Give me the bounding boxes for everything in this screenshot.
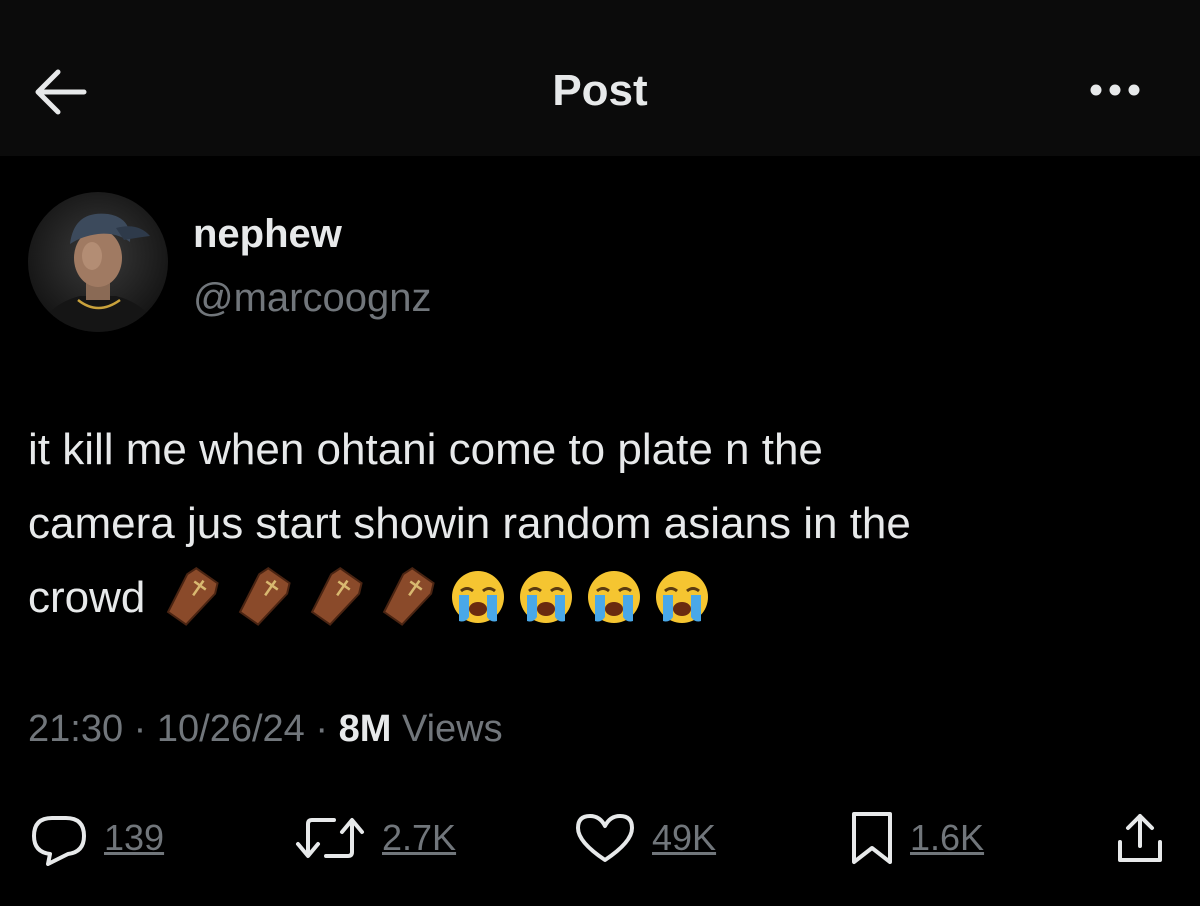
author-handle[interactable]: @marcoognz [193, 276, 431, 321]
bookmark-count[interactable]: 1.6K [910, 817, 984, 859]
post-date: 10/26/24 [156, 708, 305, 750]
more-options-button[interactable] [1080, 70, 1150, 110]
tweet-text-line: camera jus start showin random asians in… [28, 499, 911, 548]
post-meta: 21:30 · 10/26/24 · 8M Views [28, 708, 503, 751]
reply-count[interactable]: 139 [104, 817, 164, 859]
share-button[interactable] [1112, 810, 1168, 866]
crying-face-emoji-icon [588, 570, 641, 623]
views-label[interactable]: Views [402, 708, 503, 750]
meta-separator: · [133, 708, 147, 750]
coffin-emoji-icon [167, 566, 220, 626]
views-count[interactable]: 8M [339, 708, 392, 750]
tweet-text-segment: crowd [28, 573, 146, 622]
coffin-emoji-icon [383, 566, 436, 626]
post-time: 21:30 [28, 708, 124, 750]
arrow-left-icon [28, 64, 92, 120]
coffin-emoji-icon [311, 566, 364, 626]
coffin-emoji-icon [239, 566, 292, 626]
reply-icon [28, 810, 90, 866]
bookmark-icon [848, 810, 896, 866]
back-button[interactable] [28, 64, 92, 120]
crying-face-emoji-icon [520, 570, 573, 623]
tweet-text: it kill me when ohtani come to plate n t… [28, 413, 1148, 637]
like-count[interactable]: 49K [652, 817, 716, 859]
tweet-text-line: crowd [28, 561, 1148, 637]
tweet-text-line: it kill me when ohtani come to plate n t… [28, 425, 823, 474]
repost-count[interactable]: 2.7K [382, 817, 456, 859]
page-title: Post [552, 66, 648, 115]
emoji-row [157, 557, 717, 631]
heart-icon [572, 810, 638, 866]
crying-face-emoji-icon [656, 570, 709, 623]
bookmark-button[interactable]: 1.6K [848, 810, 984, 866]
repost-button[interactable]: 2.7K [292, 810, 456, 866]
share-icon [1112, 810, 1168, 866]
top-bar: Post [0, 0, 1200, 156]
author-display-name[interactable]: nephew [193, 212, 342, 257]
repost-icon [292, 810, 368, 866]
avatar[interactable] [28, 192, 168, 332]
meta-separator: · [315, 708, 329, 750]
like-button[interactable]: 49K [572, 810, 716, 866]
crying-face-emoji-icon [452, 570, 505, 623]
more-horizontal-icon [1080, 70, 1150, 110]
reply-button[interactable]: 139 [28, 810, 164, 866]
